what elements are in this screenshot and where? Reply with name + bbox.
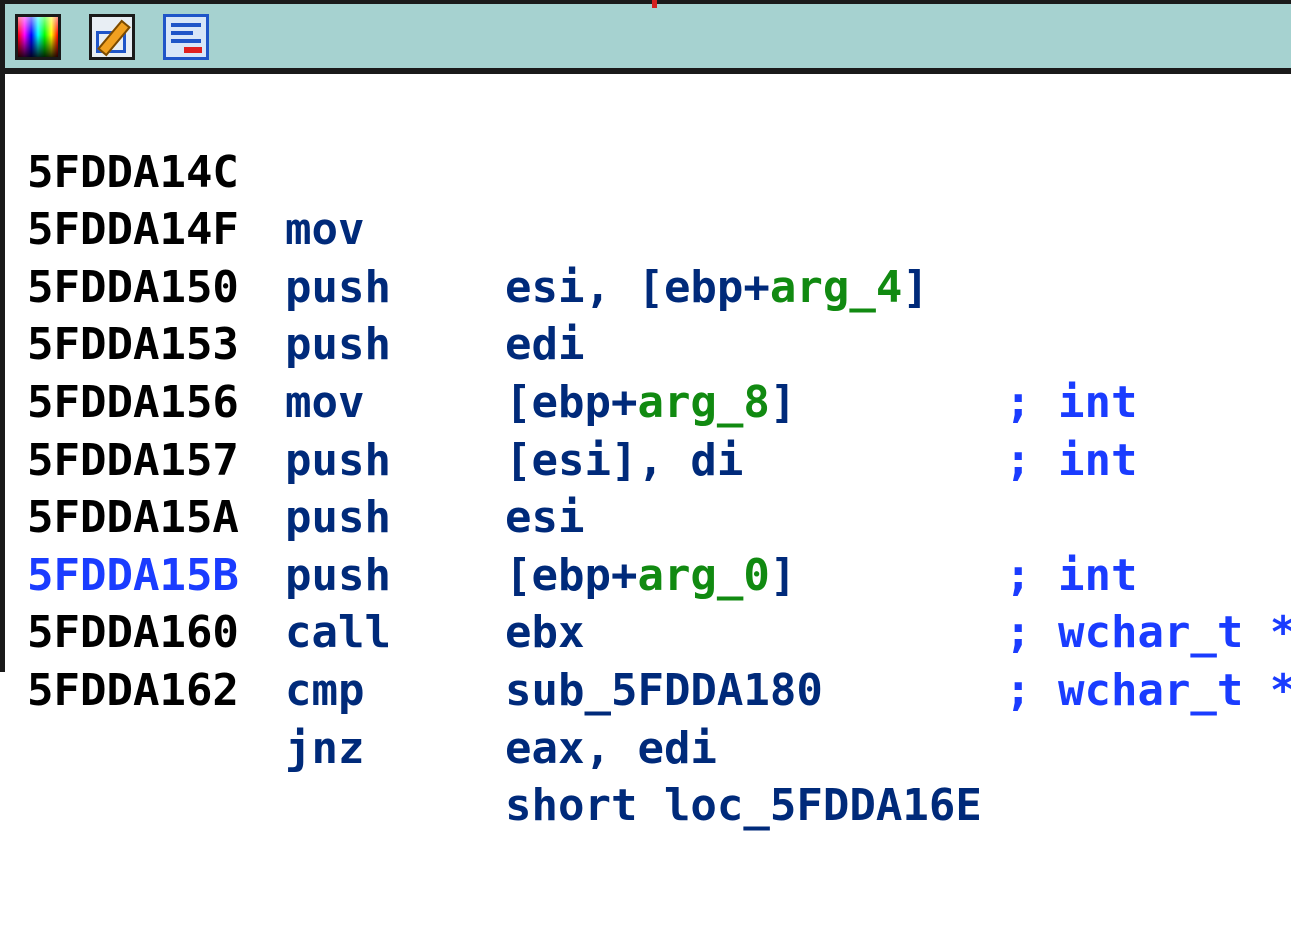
- instruction-mnemonic[interactable]: mov: [285, 374, 364, 432]
- edit-icon[interactable]: [89, 14, 135, 60]
- code-line[interactable]: 5FDDA14C mov esi, [ebp+arg_4]: [27, 86, 929, 313]
- instruction-mnemonic[interactable]: push: [285, 259, 391, 317]
- instruction-mnemonic[interactable]: jnz: [285, 720, 364, 778]
- code-line[interactable]: 5FDDA15A push ebx ; wchar_t *: [27, 432, 1291, 716]
- color-palette-icon[interactable]: [15, 14, 61, 60]
- instruction-mnemonic[interactable]: cmp: [285, 662, 364, 720]
- operand-suffix: ]: [769, 376, 797, 428]
- operand-text[interactable]: eax, edi: [505, 723, 717, 774]
- jump-target-link[interactable]: short loc_5FDDA16E: [505, 780, 982, 831]
- code-line[interactable]: 5FDDA14F push edi ; int: [27, 144, 1137, 428]
- instruction-comment: ; wchar_t *: [1005, 607, 1291, 659]
- instruction-mnemonic[interactable]: mov: [285, 201, 364, 259]
- instruction-mnemonic[interactable]: push: [285, 316, 391, 374]
- operand-argument[interactable]: arg_0: [637, 550, 769, 601]
- operand-suffix: ]: [902, 261, 929, 313]
- disassembly-listing: 5FDDA14C mov esi, [ebp+arg_4] 5FDDA14F p…: [27, 86, 1291, 832]
- instruction-comment: ; int: [1005, 434, 1138, 486]
- code-line[interactable]: 5FDDA150 push [ebp+arg_8] ; int: [27, 201, 1137, 486]
- operand-text[interactable]: edi: [505, 319, 584, 370]
- instruction-operands[interactable]: esi, [ebp+arg_4]: [505, 259, 929, 317]
- instruction-comment: ; int: [1005, 376, 1138, 428]
- instruction-operands[interactable]: [ebp+arg_0]: [505, 547, 796, 605]
- instruction-mnemonic[interactable]: call: [285, 604, 391, 662]
- instruction-mnemonic[interactable]: push: [285, 489, 391, 547]
- code-line[interactable]: 5FDDA160 cmp eax, edi: [27, 547, 717, 773]
- instruction-comment: ; int: [1005, 549, 1138, 601]
- instruction-operands[interactable]: sub_5FDDA180: [505, 662, 823, 720]
- code-line[interactable]: 5FDDA15B call sub_5FDDA180: [27, 489, 823, 716]
- instruction-operands[interactable]: ebx: [505, 604, 584, 662]
- instruction-operands[interactable]: edi: [505, 316, 584, 374]
- instruction-operands[interactable]: eax, edi: [505, 720, 717, 778]
- operand-text[interactable]: [ebp+: [505, 377, 637, 428]
- window-edge-marker: [652, 0, 657, 8]
- code-line[interactable]: 5FDDA157 push [ebp+arg_0] ; wchar_t *: [27, 374, 1291, 659]
- disassembly-window: 5FDDA14C mov esi, [ebp+arg_4] 5FDDA14F p…: [0, 0, 1291, 832]
- instruction-address[interactable]: 5FDDA162: [27, 662, 239, 720]
- instruction-operands[interactable]: [esi], di: [505, 432, 743, 490]
- code-line[interactable]: 5FDDA153 mov [esi], di: [27, 259, 743, 485]
- operand-text[interactable]: ebx: [505, 607, 584, 658]
- operand-argument[interactable]: arg_8: [637, 377, 769, 428]
- instruction-comment: ; wchar_t *: [1005, 664, 1291, 716]
- instruction-mnemonic[interactable]: push: [285, 432, 391, 490]
- instruction-operands[interactable]: esi: [505, 489, 584, 547]
- instruction-operands[interactable]: [ebp+arg_8]: [505, 374, 796, 432]
- operand-suffix: ]: [769, 549, 797, 601]
- code-line[interactable]: 5FDDA162 jnz short loc_5FDDA16E: [27, 604, 982, 831]
- operand-argument[interactable]: arg_4: [770, 262, 902, 313]
- operand-text[interactable]: esi: [505, 492, 584, 543]
- graph-view-icon[interactable]: [163, 14, 209, 60]
- node-title-bar[interactable]: [5, 4, 1291, 74]
- code-line[interactable]: 5FDDA156 push esi ; int: [27, 316, 1137, 601]
- operand-text[interactable]: esi, [ebp+: [505, 262, 770, 313]
- operand-text[interactable]: [esi], di: [505, 435, 743, 486]
- operand-text[interactable]: [ebp+: [505, 550, 637, 601]
- instruction-mnemonic[interactable]: push: [285, 547, 391, 605]
- call-target-link[interactable]: sub_5FDDA180: [505, 665, 823, 716]
- instruction-operands[interactable]: short loc_5FDDA16E: [505, 777, 982, 835]
